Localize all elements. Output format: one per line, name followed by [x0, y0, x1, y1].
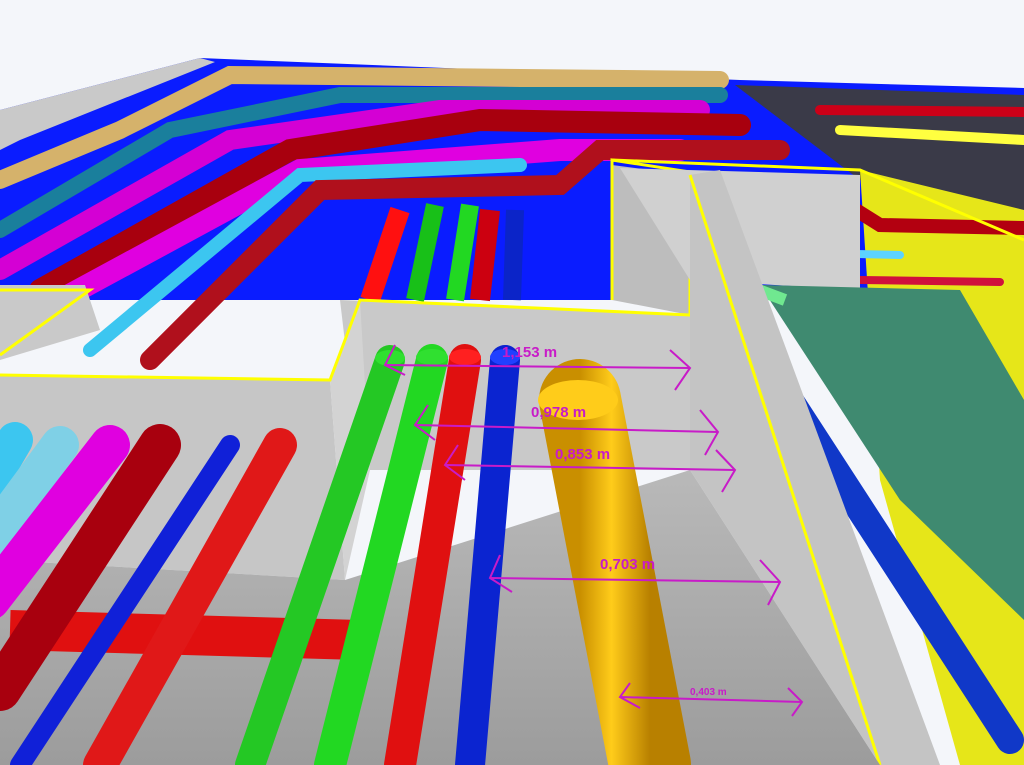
bim-pipe-scene: 1,153 m 0,978 m 0,853 m 0,703 m 0,403 m — [0, 0, 1024, 765]
pipe-blue-v1 — [503, 209, 524, 301]
pipe-red-right-3 — [856, 276, 1004, 286]
pipe-red-right-2 — [815, 105, 1024, 117]
dimension-label-3: 0,853 m — [555, 446, 610, 463]
pipe-red-v2 — [470, 208, 500, 302]
pipe-green-cap-2 — [416, 349, 448, 365]
dimension-label-4: 0,703 m — [600, 556, 655, 573]
dimension-label-1: 1,153 m — [502, 344, 557, 361]
dimension-label-5: 0,403 m — [690, 687, 727, 698]
pipe-green-cap-1 — [375, 350, 405, 366]
pipe-red-cap — [449, 349, 481, 365]
dimension-label-2: 0,978 m — [531, 404, 586, 421]
